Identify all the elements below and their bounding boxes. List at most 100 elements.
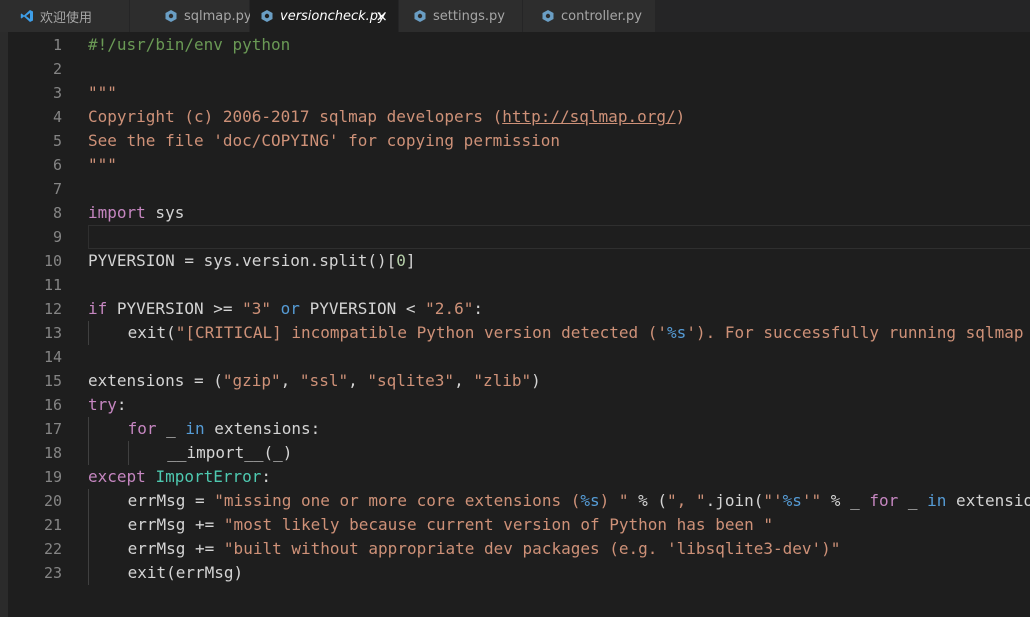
line-source: errMsg = "missing one or more core exten… xyxy=(128,489,1030,513)
tab-label: 欢迎使用 xyxy=(40,10,93,26)
line-number: 20 xyxy=(43,492,62,510)
code-token: "sqlite3" xyxy=(367,371,455,390)
code-token: import xyxy=(88,203,146,222)
code-token: ] xyxy=(405,251,416,270)
code-token: exit( xyxy=(127,323,176,342)
code-token: "gzip" xyxy=(222,371,281,390)
code-line[interactable]: 11 xyxy=(0,273,1030,297)
code-token: errMsg += xyxy=(127,515,224,534)
code-line[interactable]: 17 for _ in extensions: xyxy=(0,417,1030,441)
line-number: 3 xyxy=(52,84,62,102)
code-line[interactable]: 4 Copyright (c) 2006-2017 sqlmap develope… xyxy=(0,105,1030,129)
code-token: "ssl" xyxy=(299,371,349,390)
line-source: errMsg += "most likely because current v… xyxy=(128,513,773,537)
line-source: PYVERSION = sys.version.split()[0] xyxy=(88,249,416,273)
line-number: 14 xyxy=(43,348,62,366)
line-number: 23 xyxy=(43,564,62,582)
line-source: #!/usr/bin/env python xyxy=(88,33,290,57)
code-token: http://sqlmap.org/ xyxy=(502,107,676,126)
code-line[interactable]: 7 xyxy=(0,177,1030,201)
code-token: "built without appropriate dev packages … xyxy=(223,539,841,558)
code-line[interactable]: 2 xyxy=(0,57,1030,81)
code-token: '). For successfully running sqlmap xyxy=(686,323,1024,342)
line-source: See the file 'doc/COPYING' for copying p… xyxy=(88,129,560,153)
tab-controller-py[interactable]: controller.py xyxy=(523,0,656,32)
code-token: extensions xyxy=(956,491,1030,510)
code-line[interactable]: 16 try: xyxy=(0,393,1030,417)
line-number: 22 xyxy=(43,540,62,558)
line-number: 17 xyxy=(43,420,62,438)
code-token: : xyxy=(116,395,127,414)
line-source: errMsg += "built without appropriate dev… xyxy=(128,537,841,561)
code-token: __import__(_) xyxy=(167,443,293,462)
code-token: errMsg = xyxy=(127,491,215,510)
code-line[interactable]: 15 extensions = ("gzip", "ssl", "sqlite3"… xyxy=(0,369,1030,393)
line-number: 8 xyxy=(52,204,62,222)
indent-guide xyxy=(88,537,89,561)
indent-guide xyxy=(88,321,89,345)
code-token: %s xyxy=(667,323,687,342)
code-token: PYVERSION >= xyxy=(107,299,243,318)
code-token: % ( xyxy=(628,491,668,510)
line-number: 6 xyxy=(52,156,62,174)
code-line[interactable]: 20 errMsg = "missing one or more core ext… xyxy=(0,489,1030,513)
code-line[interactable]: 18 __import__(_) xyxy=(0,441,1030,465)
code-token: PYVERSION < xyxy=(299,299,426,318)
code-token: % _ xyxy=(821,491,870,510)
code-line[interactable]: 13 exit("[CRITICAL] incompatible Python v… xyxy=(0,321,1030,345)
code-token: , xyxy=(454,371,474,390)
code-token: for xyxy=(869,491,899,510)
code-token: extensions: xyxy=(204,419,321,438)
code-line[interactable]: 21 errMsg += "most likely because current… xyxy=(0,513,1030,537)
line-number: 9 xyxy=(52,228,62,246)
line-source: """ xyxy=(88,153,117,177)
indent-guide xyxy=(88,513,89,537)
code-line[interactable]: 22 errMsg += "built without appropriate d… xyxy=(0,537,1030,561)
code-line[interactable]: 12 if PYVERSION >= "3" or PYVERSION < "2.… xyxy=(0,297,1030,321)
python-file-icon xyxy=(413,9,427,23)
tab-settings-py[interactable]: settings.py xyxy=(399,0,523,32)
code-token: try xyxy=(88,395,117,414)
code-token: sys xyxy=(145,203,185,222)
line-number: 1 xyxy=(52,36,62,54)
code-token: "3" xyxy=(242,299,272,318)
code-line[interactable]: 1 #!/usr/bin/env python xyxy=(0,33,1030,57)
line-number: 19 xyxy=(43,468,62,486)
code-line[interactable]: 5 See the file 'doc/COPYING' for copying … xyxy=(0,129,1030,153)
indent-guide xyxy=(88,417,89,441)
close-icon[interactable]: × xyxy=(375,7,388,25)
code-token: errMsg += xyxy=(127,539,224,558)
python-file-icon xyxy=(260,9,274,23)
code-token: except xyxy=(88,467,146,486)
line-number: 21 xyxy=(43,516,62,534)
code-token: , xyxy=(280,371,300,390)
code-token: Copyright (c) 2006-2017 sqlmap developer… xyxy=(88,107,503,126)
code-line[interactable]: 9 xyxy=(0,225,1030,249)
tab-welcome[interactable]: 欢迎使用 xyxy=(0,0,130,32)
line-source: exit(errMsg) xyxy=(128,561,244,585)
code-line[interactable]: 6 """ xyxy=(0,153,1030,177)
code-line[interactable]: 3 """ xyxy=(0,81,1030,105)
code-line[interactable]: 14 xyxy=(0,345,1030,369)
code-token: exit(errMsg) xyxy=(127,563,244,582)
tab-sqlmap-py[interactable]: sqlmap.py xyxy=(130,0,252,32)
vscode-icon xyxy=(20,9,34,23)
code-token: """ xyxy=(88,83,117,102)
code-editor[interactable]: 1 #!/usr/bin/env python 2 3 """ 4 Copyright (c… xyxy=(0,32,1030,617)
code-token: : xyxy=(473,299,483,318)
code-token: "missing one or more core extensions ( xyxy=(214,491,581,510)
code-token: '" xyxy=(801,491,822,510)
tab-bar: 欢迎使用 sqlmap.py versioncheck.py × setting… xyxy=(0,0,1030,32)
code-line[interactable]: 8 import sys xyxy=(0,201,1030,225)
line-source: except ImportError: xyxy=(88,465,271,489)
code-token: "most likely because current version of … xyxy=(223,515,773,534)
code-line[interactable]: 19 except ImportError: xyxy=(0,465,1030,489)
code-token: """ xyxy=(88,155,117,174)
line-source: for _ in extensions: xyxy=(128,417,321,441)
code-line[interactable]: 10 PYVERSION = sys.version.split()[0] xyxy=(0,249,1030,273)
tab-versioncheck-py[interactable]: versioncheck.py × xyxy=(250,0,399,32)
code-line[interactable]: 23 exit(errMsg) xyxy=(0,561,1030,585)
tab-label: controller.py xyxy=(561,8,642,24)
